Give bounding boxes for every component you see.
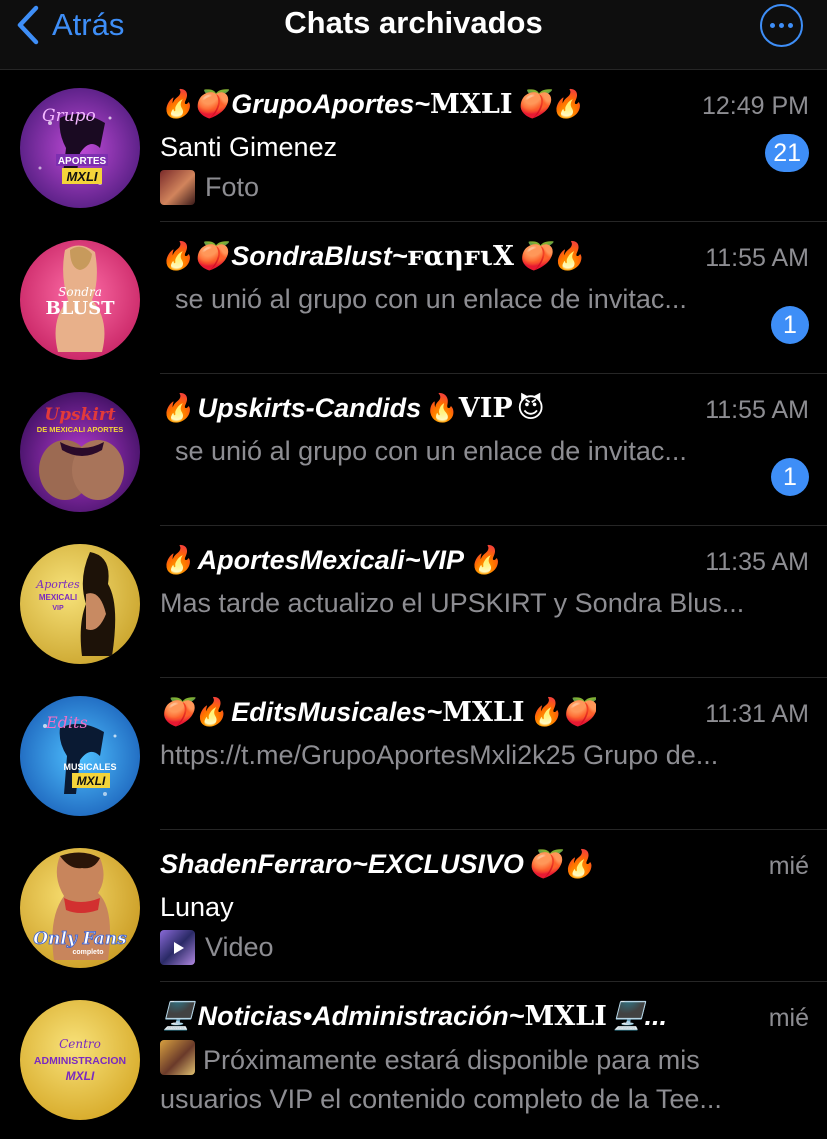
chat-title-emoji: 🖥️... — [610, 1001, 667, 1031]
avatar-text: completo — [72, 949, 103, 956]
photo-thumbnail — [160, 170, 195, 205]
chat-row-noticias-administracion[interactable]: Centro ADMINISTRACION MXLI 🖥️ Noticias•A… — [0, 982, 827, 1134]
avatar: Upskirt DE MEXICALI APORTES — [20, 392, 140, 512]
avatar: Sondra BLUST — [20, 240, 140, 360]
avatar-text: MEXICALI — [39, 593, 77, 602]
chat-title-decor: MXLI — [442, 696, 525, 728]
avatar-text: Grupo — [42, 106, 96, 126]
video-thumbnail — [160, 930, 195, 965]
chat-title-emoji: 🔥🍑 — [528, 697, 596, 727]
message-preview: Próximamente estará disponible para mis … — [160, 1040, 808, 1120]
media-label: Foto — [205, 172, 260, 202]
message-preview: se unió al grupo con un enlace de invita… — [175, 436, 687, 466]
chat-row-aportesmexicali-vip[interactable]: Aportes MEXICALI VIP 🔥 AportesMexicali~V… — [0, 526, 827, 678]
message-preview: Mas tarde actualizo el UPSKIRT y Sondra … — [160, 588, 745, 618]
chat-title: 🔥 Upskirts-Candids 🔥VIP 😈 — [160, 392, 545, 425]
avatar-text: DE MEXICALI APORTES — [37, 425, 123, 434]
chat-title-text: ShadenFerraro~EXCLUSIVO — [160, 848, 524, 879]
media-preview: Video — [160, 930, 274, 965]
message-preview-text: Próximamente estará disponible para mis … — [160, 1045, 722, 1114]
unread-badge: 1 — [771, 306, 809, 344]
back-label: Atrás — [52, 7, 125, 42]
chat-title: 🍑🔥 EditsMusicales~ MXLI 🔥🍑 — [160, 696, 596, 728]
chat-title-emoji: 🔥 — [160, 545, 194, 575]
avatar-text: MXLI — [66, 169, 97, 184]
unread-badge: 21 — [765, 134, 809, 172]
back-button[interactable]: Atrás — [14, 2, 124, 48]
chat-title-emoji: 😈 — [516, 392, 545, 423]
avatar-text: Upskirt — [44, 405, 115, 425]
chat-title-text: Upskirts-Candids — [197, 392, 422, 423]
message-preview: se unió al grupo con un enlace de invita… — [175, 284, 687, 314]
chat-title: ShadenFerraro~EXCLUSIVO 🍑🔥 — [160, 848, 595, 880]
last-sender: Santi Gimenez — [160, 132, 338, 162]
avatar-text: Sondra — [58, 285, 102, 299]
avatar-text: Edits — [45, 713, 88, 732]
avatar: Aportes MEXICALI VIP — [20, 544, 140, 664]
unread-badge: 1 — [771, 458, 809, 496]
avatar-text: Aportes — [35, 578, 80, 591]
chat-title: 🔥🍑 GrupoAportes~ MXLI 🍑🔥 — [160, 88, 584, 120]
message-preview: https://t.me/GrupoAportesMxli2k25 Grupo … — [160, 740, 719, 770]
timestamp: 11:55 AM — [705, 396, 809, 424]
ellipsis-icon — [770, 23, 793, 28]
chat-title-decor: MXLI — [524, 1000, 607, 1032]
chat-title: 🔥🍑 SondraBlust~ ꜰαηꜰιX 🍑🔥 — [160, 240, 585, 272]
avatar-text: MXLI — [77, 774, 106, 788]
photo-thumbnail — [160, 1040, 195, 1075]
media-preview: Foto — [160, 170, 259, 205]
avatar-text: Only Fans — [33, 929, 127, 949]
chat-title-emoji: 🔥 — [468, 545, 502, 575]
avatar-text: ADMINISTRACION — [34, 1055, 126, 1067]
chat-title: 🔥 AportesMexicali~VIP 🔥 — [160, 544, 502, 576]
chat-title-text: Noticias•Administración~ — [197, 1000, 525, 1031]
avatar-text: BLUST — [46, 298, 116, 319]
chat-title-decor: ꜰαηꜰιX — [407, 240, 514, 272]
chat-row-grupoaportes[interactable]: Grupo APORTES MXLI 🔥🍑 GrupoAportes~ MXLI… — [0, 70, 827, 222]
avatar-text: VIP — [52, 605, 64, 612]
chat-row-shadenferraro[interactable]: Only Fans completo ShadenFerraro~EXCLUSI… — [0, 830, 827, 982]
avatar: Only Fans completo — [20, 848, 140, 968]
chat-title-text: AportesMexicali~VIP — [197, 544, 464, 575]
chat-title-emoji: 🔥🍑 — [160, 241, 228, 271]
chevron-left-icon — [17, 5, 39, 45]
chat-title-decor: 🔥VIP — [425, 393, 513, 424]
avatar: Edits MUSICALES MXLI — [20, 696, 140, 816]
chat-title: 🖥️ Noticias•Administración~ MXLI 🖥️... — [160, 1000, 667, 1032]
timestamp: mié — [768, 852, 809, 880]
chat-title-emoji: 🍑🔥 — [517, 241, 586, 271]
last-sender: Lunay — [160, 892, 234, 922]
chat-title-emoji: 🍑🔥 — [516, 89, 584, 119]
chat-row-editsmusicales[interactable]: Edits MUSICALES MXLI 🍑🔥 EditsMusicales~ … — [0, 678, 827, 830]
chat-title-emoji: 🔥🍑 — [160, 89, 228, 119]
chat-row-sondrablust[interactable]: Sondra BLUST 🔥🍑 SondraBlust~ ꜰαηꜰιX 🍑🔥 1… — [0, 222, 827, 374]
chat-title-emoji: 🍑🔥 — [160, 697, 228, 727]
timestamp: 11:55 AM — [705, 244, 809, 272]
navigation-bar: Atrás Chats archivados — [0, 0, 827, 70]
timestamp: mié — [768, 1004, 809, 1032]
chat-title-text: GrupoAportes~ — [231, 88, 431, 119]
chat-title-text: EditsMusicales~ — [231, 696, 443, 727]
timestamp: 12:49 PM — [701, 92, 809, 120]
chat-title-emoji: 🔥 — [160, 393, 194, 423]
chat-row-upskirts-candids[interactable]: Upskirt DE MEXICALI APORTES 🔥 Upskirts-C… — [0, 374, 827, 526]
play-icon — [173, 941, 184, 954]
chat-title-emoji: 🍑🔥 — [527, 849, 596, 879]
more-options-button[interactable] — [760, 4, 803, 47]
timestamp: 11:35 AM — [705, 548, 809, 576]
timestamp: 11:31 AM — [705, 700, 809, 728]
avatar-text: Centro — [59, 1037, 101, 1051]
chat-title-emoji: 🖥️ — [160, 1001, 194, 1031]
avatar: Centro ADMINISTRACION MXLI — [20, 1000, 140, 1120]
avatar-text: APORTES — [58, 156, 107, 167]
chat-title-text: SondraBlust~ — [231, 240, 408, 271]
avatar-text: MXLI — [66, 1069, 95, 1083]
avatar-text: MUSICALES — [63, 762, 116, 772]
avatar: Grupo APORTES MXLI — [20, 88, 140, 208]
chat-title-decor: MXLI — [430, 88, 513, 120]
media-label: Video — [205, 932, 274, 962]
